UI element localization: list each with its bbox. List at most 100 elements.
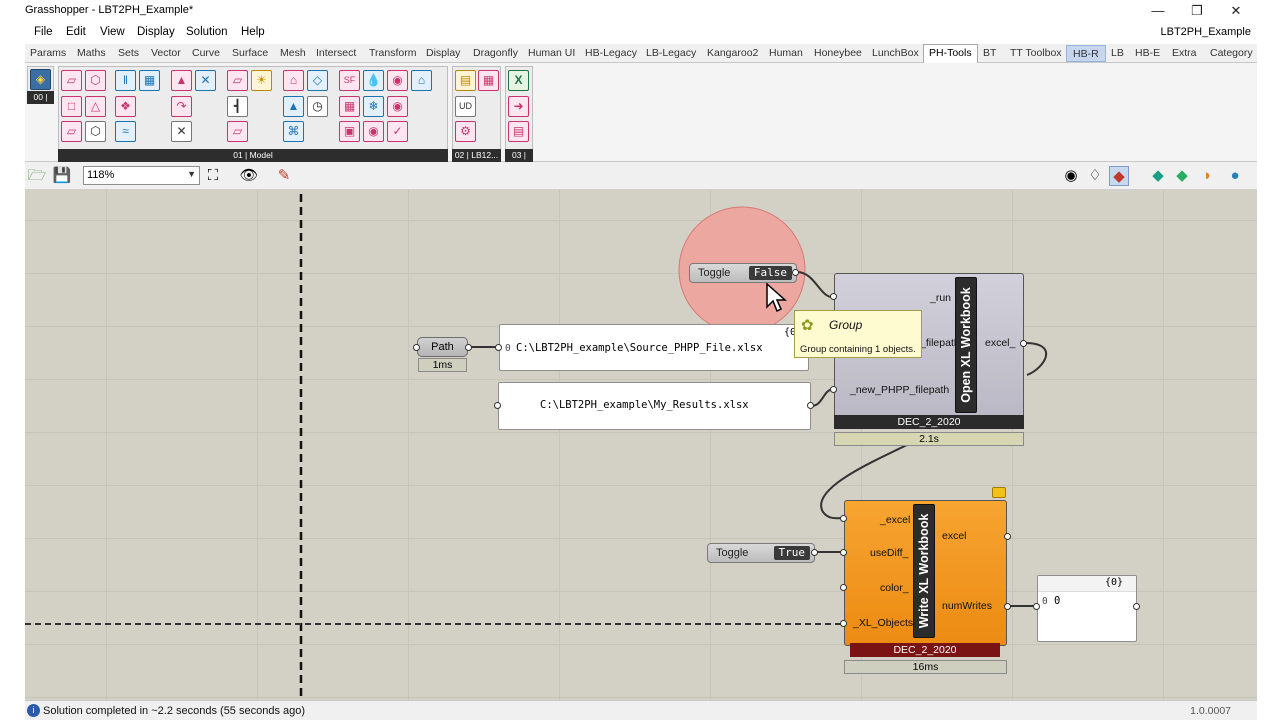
menu-view[interactable]: View xyxy=(100,26,125,38)
toggle-value[interactable]: True xyxy=(773,546,810,560)
component-icon[interactable]: ◉ xyxy=(387,70,408,91)
preview-icon[interactable]: ◉ xyxy=(1061,166,1081,186)
tab-human-ui[interactable]: Human UI xyxy=(528,47,575,59)
component-icon[interactable]: ✓ xyxy=(387,121,408,142)
component-icon[interactable]: ▱ xyxy=(227,70,248,91)
component-icon[interactable]: ▱ xyxy=(61,121,82,142)
tab-mesh[interactable]: Mesh xyxy=(280,47,306,59)
tab-maths[interactable]: Maths xyxy=(77,47,106,59)
tab-bt[interactable]: BT xyxy=(983,47,996,59)
material-icon[interactable]: ◆ xyxy=(1172,166,1192,186)
grasshopper-canvas[interactable]: Toggle False Path 1ms {0} 0 C:\LBT2PH_ex… xyxy=(25,190,1257,700)
output-grip[interactable] xyxy=(1133,603,1140,610)
input-grip[interactable] xyxy=(830,386,837,393)
tab-tt-toolbox[interactable]: TT Toolbox xyxy=(1010,47,1062,59)
tab-vector[interactable]: Vector xyxy=(151,47,181,59)
sketch-icon[interactable]: ✎ xyxy=(274,166,294,186)
tab-curve[interactable]: Curve xyxy=(192,47,220,59)
menu-display[interactable]: Display xyxy=(137,26,175,38)
component-icon[interactable]: ⬡ xyxy=(85,70,106,91)
bake-icon[interactable]: ◆ xyxy=(1148,166,1168,186)
output-grip[interactable] xyxy=(1004,603,1011,610)
tab-params[interactable]: Params xyxy=(30,47,66,59)
tab-transform[interactable]: Transform xyxy=(369,47,416,59)
path-param[interactable]: Path xyxy=(417,337,468,357)
component-icon[interactable]: ➜ xyxy=(508,96,529,117)
tab-human[interactable]: Human xyxy=(769,47,803,59)
zoom-extents-icon[interactable]: ⛶ xyxy=(203,166,223,186)
tab-sets[interactable]: Sets xyxy=(118,47,139,59)
tab-extra[interactable]: Extra xyxy=(1172,47,1197,59)
component-icon[interactable]: ▤ xyxy=(508,121,529,142)
component-icon[interactable]: ⌘ xyxy=(283,121,304,142)
input-grip[interactable] xyxy=(840,515,847,522)
component-icon[interactable]: ▱ xyxy=(61,70,82,91)
eye-icon[interactable]: 👁 xyxy=(239,166,259,186)
component-icon[interactable]: ◉ xyxy=(387,96,408,117)
component-icon[interactable]: ┫ xyxy=(227,96,248,117)
output-grip[interactable] xyxy=(811,549,818,556)
input-grip[interactable] xyxy=(840,620,847,627)
output-grip[interactable] xyxy=(792,269,799,276)
component-icon[interactable]: UD xyxy=(455,96,476,117)
tab-surface[interactable]: Surface xyxy=(232,47,268,59)
input-grip[interactable] xyxy=(840,584,847,591)
output-grip[interactable] xyxy=(1004,533,1011,540)
component-icon[interactable]: ❖ xyxy=(115,96,136,117)
component-icon[interactable]: ◉ xyxy=(363,121,384,142)
tab-lb[interactable]: LB xyxy=(1111,47,1124,59)
snowflake-icon[interactable]: ❄ xyxy=(363,96,384,117)
house-icon[interactable]: ⌂ xyxy=(283,70,304,91)
tab-honeybee[interactable]: Honeybee xyxy=(814,47,862,59)
tab-lunchbox[interactable]: LunchBox xyxy=(872,47,919,59)
input-grip[interactable] xyxy=(494,402,501,409)
gauge-icon[interactable]: ◷ xyxy=(307,96,328,117)
input-grip[interactable] xyxy=(495,344,502,351)
component-icon[interactable]: ✕ xyxy=(171,121,192,142)
tab-hb-e[interactable]: HB-E xyxy=(1135,47,1160,59)
component-icon[interactable]: △ xyxy=(85,96,106,117)
component-icon[interactable]: ▦ xyxy=(139,70,160,91)
output-grip[interactable] xyxy=(465,344,472,351)
house-icon[interactable]: ⌂ xyxy=(411,70,432,91)
color-icon[interactable]: ◑ xyxy=(1196,166,1216,186)
component-icon[interactable]: ▣ xyxy=(339,121,360,142)
python-icon[interactable]: ◈ xyxy=(30,69,51,90)
output-grip[interactable] xyxy=(1020,340,1027,347)
component-icon[interactable]: □ xyxy=(61,96,82,117)
component-icon[interactable]: SF xyxy=(339,70,360,91)
cube-icon[interactable]: ⬡ xyxy=(85,121,106,142)
menu-file[interactable]: File xyxy=(34,26,53,38)
tab-ph-tools[interactable]: PH-Tools xyxy=(923,44,978,63)
sun-icon[interactable]: ☀ xyxy=(251,70,272,91)
tab-hb-r[interactable]: HB-R xyxy=(1066,45,1106,62)
toggle-run[interactable]: Toggle False xyxy=(689,263,797,283)
sphere-icon[interactable]: ● xyxy=(1225,166,1245,186)
input-grip[interactable] xyxy=(840,549,847,556)
toggle-usediff[interactable]: Toggle True xyxy=(707,543,815,563)
minimize-icon[interactable]: — xyxy=(1147,2,1169,20)
menu-edit[interactable]: Edit xyxy=(66,26,86,38)
wireframe-icon[interactable]: ♢ xyxy=(1085,166,1105,186)
tab-display[interactable]: Display xyxy=(426,47,460,59)
shaded-preview-icon[interactable]: ◆ xyxy=(1109,166,1129,186)
tab-hb-legacy[interactable]: HB-Legacy xyxy=(585,47,637,59)
message-balloon-icon[interactable] xyxy=(992,487,1006,498)
tab-category[interactable]: Category xyxy=(1210,47,1253,59)
component-icon[interactable]: ‖ xyxy=(115,70,136,91)
zoom-select[interactable]: 118% ▼ xyxy=(83,166,200,185)
component-icon[interactable]: ↷ xyxy=(171,96,192,117)
close-icon[interactable]: ✕ xyxy=(1225,2,1247,20)
input-grip[interactable] xyxy=(1033,603,1040,610)
input-grip[interactable] xyxy=(830,293,837,300)
restore-icon[interactable]: ❐ xyxy=(1186,2,1208,20)
menu-help[interactable]: Help xyxy=(241,26,265,38)
water-icon[interactable]: 💧 xyxy=(363,70,384,91)
toggle-value[interactable]: False xyxy=(748,266,792,280)
input-grip[interactable] xyxy=(413,344,420,351)
save-icon[interactable]: 💾 xyxy=(52,166,72,186)
tab-dragonfly[interactable]: Dragonfly xyxy=(473,47,518,59)
excel-icon[interactable]: X xyxy=(508,70,529,91)
component-icon[interactable]: ✕ xyxy=(195,70,216,91)
tab-kangaroo2[interactable]: Kangaroo2 xyxy=(707,47,758,59)
